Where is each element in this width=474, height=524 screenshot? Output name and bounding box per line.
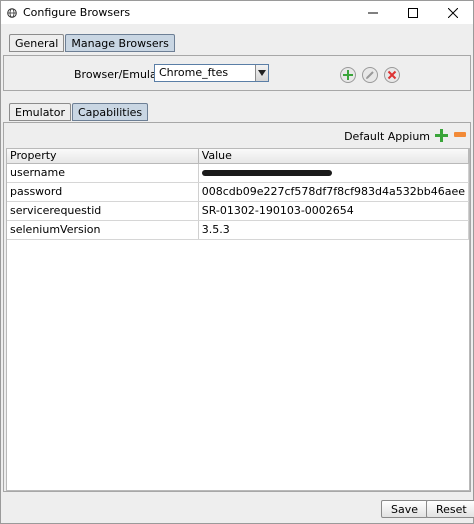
property-cell[interactable]: password (7, 182, 199, 202)
value-cell[interactable] (198, 163, 470, 183)
window-title: Configure Browsers (23, 6, 131, 19)
app-globe-icon (7, 7, 17, 18)
delete-x-icon (387, 70, 397, 80)
column-header-property[interactable]: Property (7, 149, 199, 164)
tab-emulator[interactable]: Emulator (9, 103, 71, 121)
capabilities-panel: Default Appium Property Value username p… (3, 122, 471, 492)
value-cell[interactable]: 3.5.3 (198, 220, 470, 240)
lower-tab-bar: Emulator Capabilities (9, 103, 149, 121)
top-tab-bar: General Manage Browsers (9, 34, 175, 52)
value-cell[interactable]: 008cdb09e227cf578df7f8cf983d4a532bb46aee (198, 182, 470, 202)
property-cell[interactable]: servicerequestid (7, 201, 199, 221)
property-cell[interactable]: username (7, 163, 199, 183)
property-cell[interactable]: seleniumVersion (7, 220, 199, 240)
table-row[interactable]: servicerequestid SR-01302-190103-0002654 (7, 201, 470, 221)
close-icon (448, 7, 458, 18)
tab-general[interactable]: General (9, 34, 65, 52)
plus-icon (343, 70, 353, 80)
table-row[interactable]: username (7, 163, 470, 183)
delete-browser-button[interactable] (384, 67, 400, 83)
triangle-down-icon (258, 70, 266, 76)
browser-selection-panel: Browser/Emulator Chrome_ftes (3, 55, 471, 91)
redacted-value (201, 170, 332, 176)
minimize-button[interactable] (353, 1, 393, 24)
tab-manage-browsers[interactable]: Manage Browsers (65, 34, 175, 52)
title-bar: Configure Browsers (1, 1, 473, 24)
add-browser-button[interactable] (340, 67, 356, 83)
browser-emulator-combobox[interactable]: Chrome_ftes (154, 64, 269, 82)
dropdown-arrow-button[interactable] (255, 65, 268, 81)
maximize-button[interactable] (393, 1, 433, 24)
remove-capability-icon[interactable] (454, 132, 466, 137)
reset-button[interactable]: Reset (426, 500, 474, 518)
save-button[interactable]: Save (381, 500, 429, 518)
tab-capabilities[interactable]: Capabilities (72, 103, 149, 121)
capabilities-table[interactable]: Property Value username password 008cdb0… (6, 148, 470, 491)
add-capability-icon[interactable] (435, 129, 448, 142)
value-cell[interactable]: SR-01302-190103-0002654 (198, 201, 470, 221)
pencil-icon (366, 71, 374, 79)
close-button[interactable] (433, 1, 473, 24)
column-header-value[interactable]: Value (198, 149, 470, 164)
minimize-icon (368, 12, 378, 13)
default-appium-label: Default Appium (344, 130, 430, 143)
table-row[interactable]: seleniumVersion 3.5.3 (7, 220, 470, 240)
browser-emulator-value[interactable]: Chrome_ftes (155, 65, 255, 81)
edit-browser-button[interactable] (362, 67, 378, 83)
maximize-icon (408, 7, 418, 18)
configure-browsers-window: Configure Browsers General Manage Browse… (0, 0, 474, 524)
table-row[interactable]: password 008cdb09e227cf578df7f8cf983d4a5… (7, 182, 470, 202)
table-header-row: Property Value (7, 149, 470, 164)
